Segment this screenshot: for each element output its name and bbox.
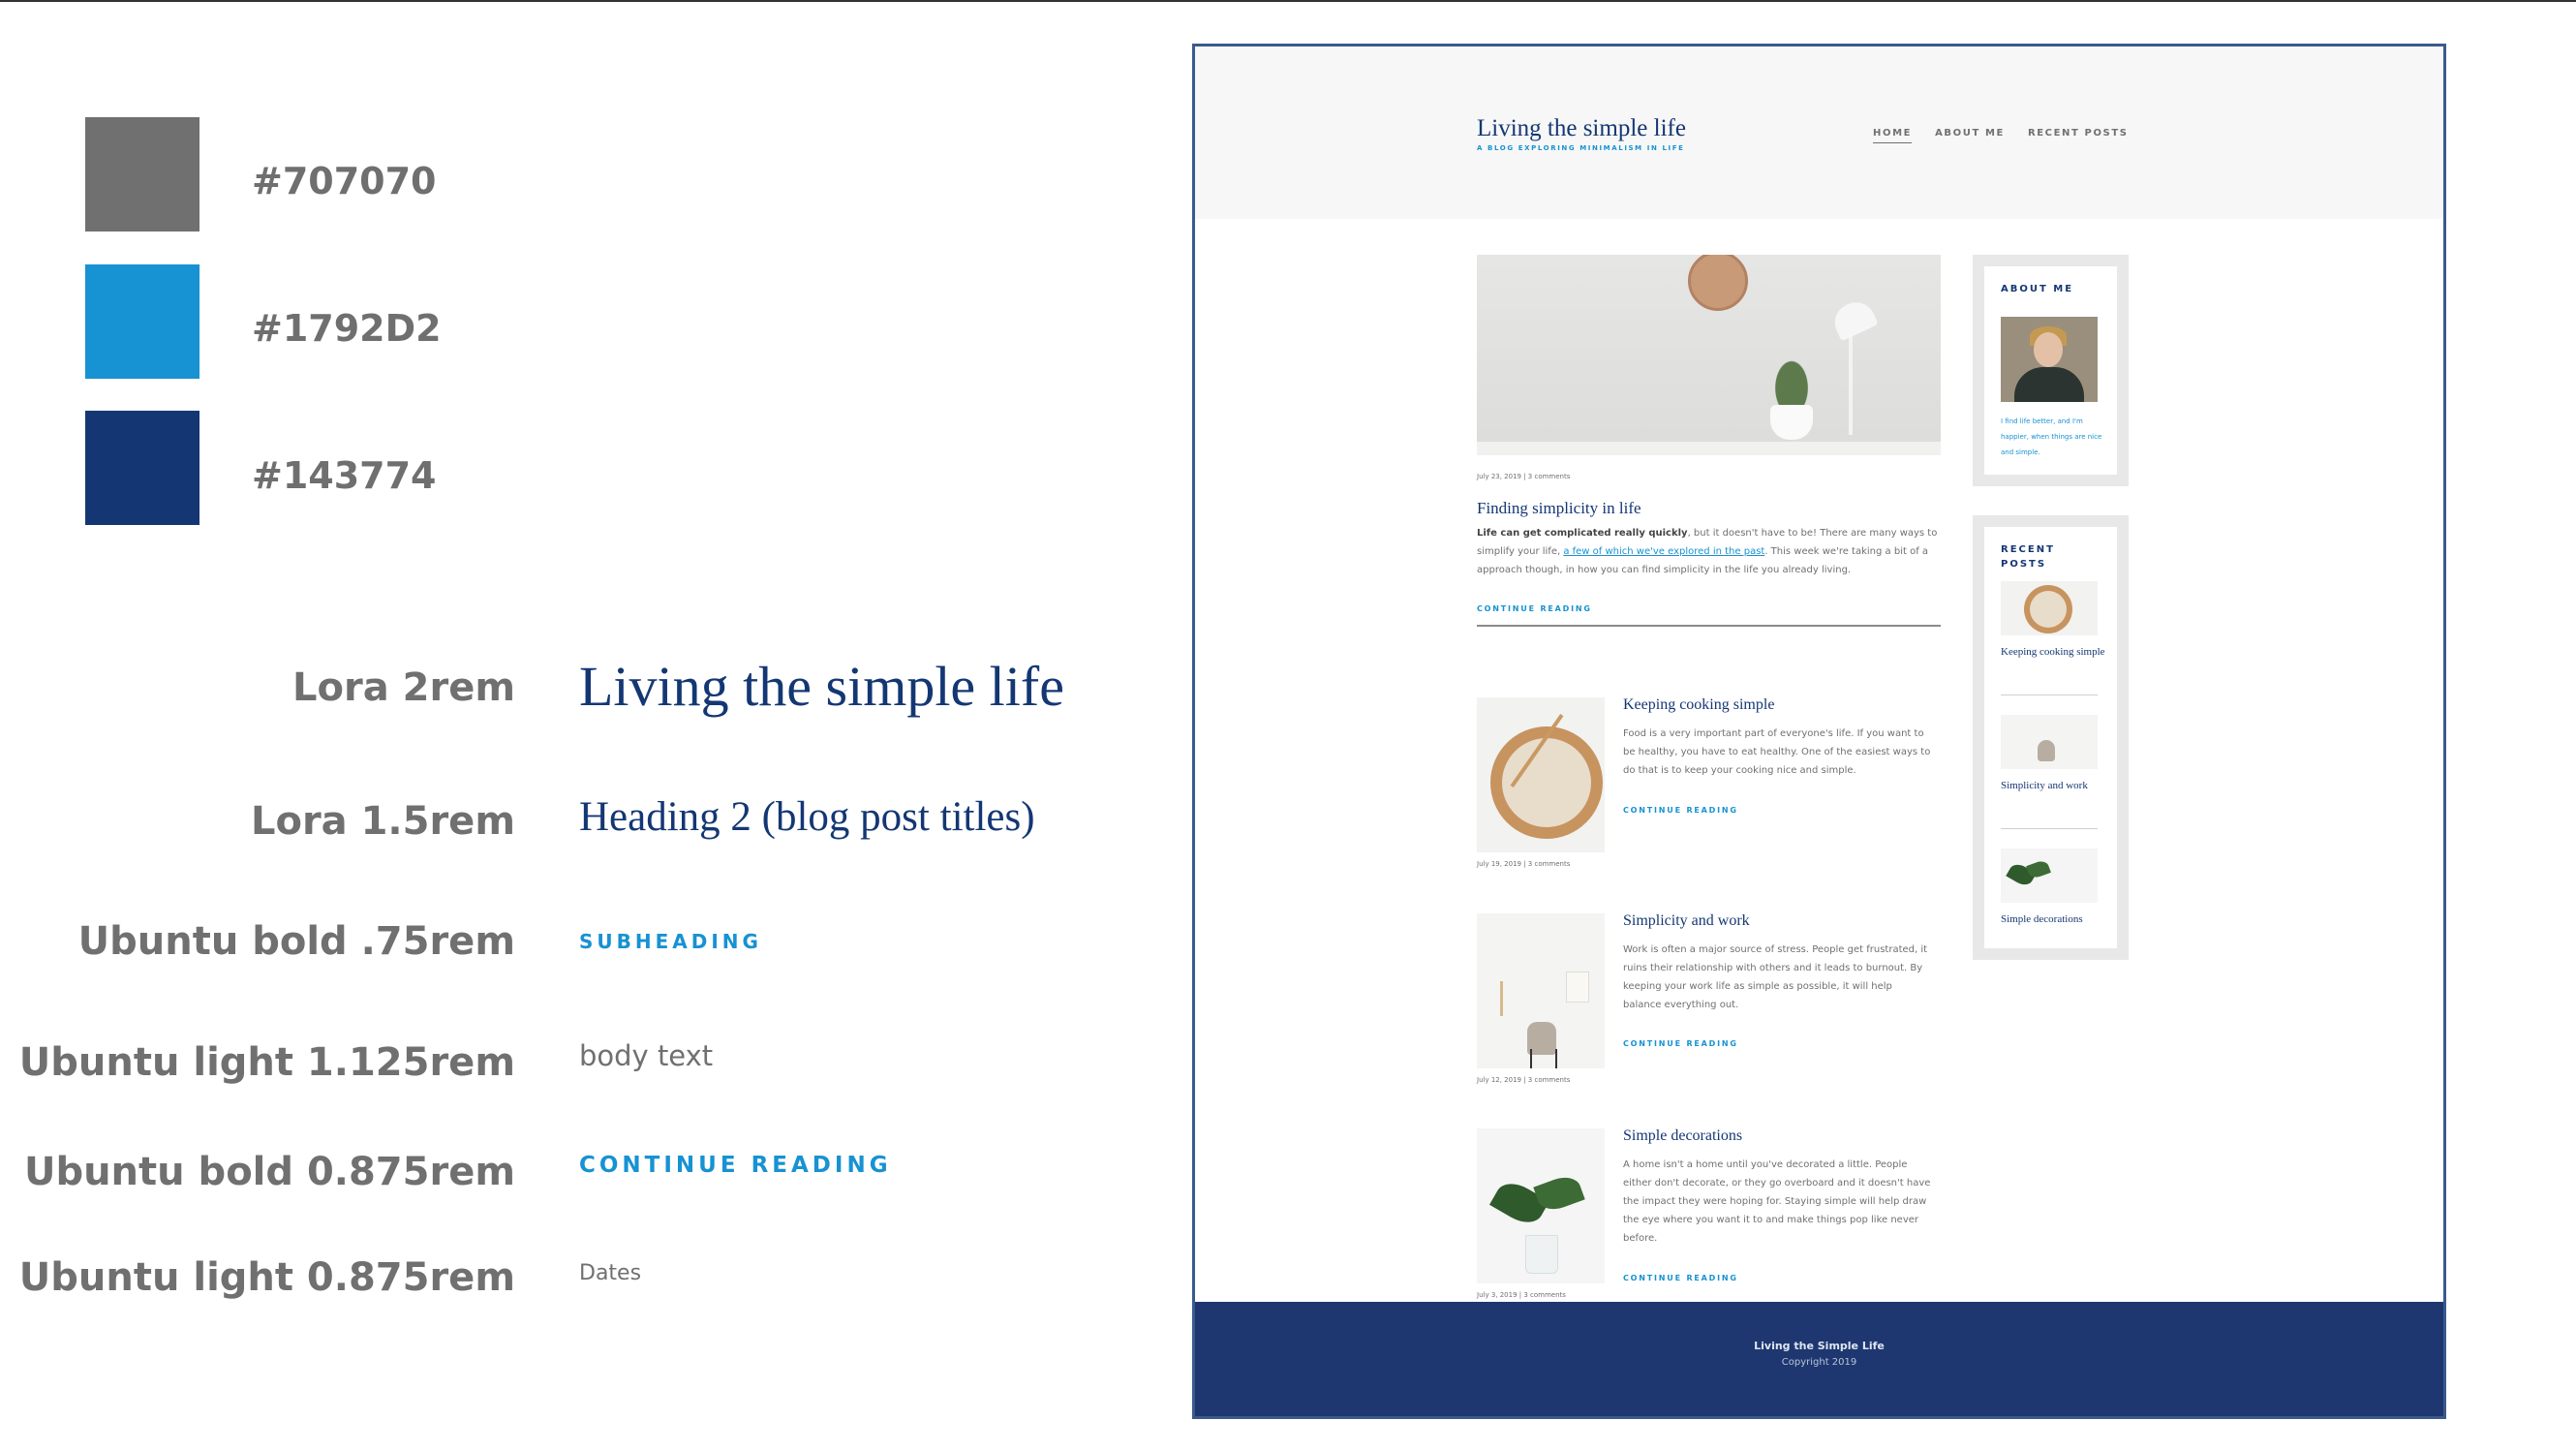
post-meta: July 19, 2019 | 3 comments	[1477, 860, 1571, 868]
site-footer: Living the Simple Life Copyright 2019	[1195, 1302, 2443, 1416]
footer-copyright: Copyright 2019	[1781, 1357, 1857, 1368]
sample-continue-reading: CONTINUE READING	[579, 1153, 892, 1178]
post-excerpt: Food is a very important part of everyon…	[1623, 728, 1931, 776]
featured-excerpt-link[interactable]: a few of which we've explored in the pas…	[1563, 546, 1764, 557]
sample-dates: Dates	[579, 1261, 642, 1285]
featured-image[interactable]	[1477, 255, 1941, 455]
about-widget: ABOUT ME I find life better, and I'm hap…	[1973, 255, 2129, 486]
nav-home[interactable]: HOME	[1873, 128, 1913, 143]
site-title: Living the simple life	[1477, 115, 1686, 141]
pot-shape	[1770, 405, 1813, 440]
post-excerpt: A home isn't a home until you've decorat…	[1623, 1159, 1931, 1244]
spec-label-ubuntu-light-0875: Ubuntu light 0.875rem	[18, 1255, 515, 1300]
main-nav: HOME ABOUT ME RECENT POSTS	[1873, 128, 2129, 143]
post-title[interactable]: Keeping cooking simple	[1623, 697, 1774, 713]
swatch-gray-label: #707070	[252, 160, 437, 202]
about-heading: ABOUT ME	[2001, 284, 2074, 294]
sample-heading-2: Heading 2 (blog post titles)	[579, 794, 1035, 840]
avatar	[2001, 317, 2098, 402]
face-shape	[2034, 332, 2063, 367]
post-meta: July 3, 2019 | 3 comments	[1477, 1291, 1566, 1299]
jacket-shape	[2014, 367, 2084, 402]
spec-label-ubuntu-light-1125: Ubuntu light 1.125rem	[18, 1040, 515, 1085]
lamp-shape	[1828, 295, 1879, 342]
sample-site-title: Living the simple life	[579, 655, 1064, 718]
recent-thumb-cooking[interactable]	[2001, 581, 2098, 635]
footer-title: Living the Simple Life	[1754, 1340, 1885, 1352]
featured-continue-reading[interactable]: CONTINUE READING	[1477, 604, 1592, 613]
swatch-light-blue	[85, 264, 199, 379]
site-tagline: A BLOG EXPLORING MINIMALISM IN LIFE	[1477, 144, 1685, 152]
post-continue-reading[interactable]: CONTINUE READING	[1623, 806, 1738, 815]
nav-about-me[interactable]: ABOUT ME	[1935, 128, 2005, 143]
post-meta: July 12, 2019 | 3 comments	[1477, 1076, 1571, 1084]
post-thumbnail-desk[interactable]	[1477, 913, 1605, 1068]
nav-recent-posts[interactable]: RECENT POSTS	[2028, 128, 2129, 143]
recent-post-link[interactable]: Simple decorations	[2001, 911, 2117, 928]
recent-posts-widget: RECENT POSTS Keeping cooking simple Simp…	[1973, 515, 2129, 960]
site-header: Living the simple life A BLOG EXPLORING …	[1195, 46, 2443, 219]
chair-legs-shape	[1530, 1049, 1557, 1068]
post-thumbnail-dumplings[interactable]	[1477, 697, 1605, 852]
recent-posts-panel: RECENT POSTS Keeping cooking simple Simp…	[1984, 527, 2117, 948]
table-shape	[1477, 442, 1941, 455]
spec-label-lora-1-5rem: Lora 1.5rem	[250, 799, 515, 844]
blog-mockup: Living the simple life A BLOG EXPLORING …	[1192, 44, 2446, 1419]
swatch-light-blue-label: #1792D2	[252, 307, 442, 350]
recent-thumb-work[interactable]	[2001, 715, 2098, 769]
frame-shape	[1566, 972, 1589, 1003]
swatch-gray	[85, 117, 199, 232]
featured-post-meta: July 23, 2019 | 3 comments	[1477, 473, 1571, 480]
post-title[interactable]: Simplicity and work	[1623, 913, 1750, 929]
recent-thumb-decorations[interactable]	[2001, 849, 2098, 903]
post-title[interactable]: Simple decorations	[1623, 1128, 1742, 1144]
post-excerpt: Work is often a major source of stress. …	[1623, 944, 1928, 1010]
recent-divider	[2001, 828, 2098, 829]
spec-label-ubuntu-bold-0875: Ubuntu bold 0.875rem	[23, 1150, 515, 1194]
spec-label-ubuntu-bold-075: Ubuntu bold .75rem	[77, 919, 515, 964]
glass-vase-shape	[1525, 1235, 1558, 1274]
post-continue-reading[interactable]: CONTINUE READING	[1623, 1274, 1738, 1282]
about-widget-panel: ABOUT ME I find life better, and I'm hap…	[1984, 266, 2117, 475]
main-content: July 23, 2019 | 3 comments Finding simpl…	[1477, 255, 1941, 1299]
plant-shape	[1763, 342, 1820, 408]
recent-post-link[interactable]: Simplicity and work	[2001, 777, 2117, 794]
recent-post-link[interactable]: Keeping cooking simple	[2001, 643, 2117, 661]
featured-post-excerpt: Life can get complicated really quickly,…	[1477, 524, 1941, 579]
featured-excerpt-bold: Life can get complicated really quickly	[1477, 528, 1688, 539]
swatch-dark-blue	[85, 411, 199, 525]
dumplings-shape	[2030, 591, 2067, 628]
post-continue-reading[interactable]: CONTINUE READING	[1623, 1039, 1738, 1048]
site-brand[interactable]: Living the simple life A BLOG EXPLORING …	[1477, 116, 1686, 152]
featured-post-title[interactable]: Finding simplicity in life	[1477, 500, 1641, 516]
recent-posts-heading: RECENT POSTS	[2001, 544, 2055, 570]
featured-divider	[1477, 625, 1941, 627]
chair-shape	[2038, 740, 2055, 761]
dried-flower-shape	[1500, 981, 1503, 1016]
lamp-pole-shape	[1849, 330, 1853, 435]
top-border	[0, 0, 2576, 2]
sample-body-text: body text	[579, 1039, 714, 1072]
clock-shape	[1688, 255, 1748, 311]
swatch-dark-blue-label: #143774	[252, 454, 437, 497]
post-thumbnail-leaves[interactable]	[1477, 1128, 1605, 1283]
spec-label-lora-2rem: Lora 2rem	[292, 665, 515, 710]
sample-subheading: SUBHEADING	[579, 930, 762, 953]
about-text: I find life better, and I'm happier, whe…	[2001, 417, 2102, 456]
